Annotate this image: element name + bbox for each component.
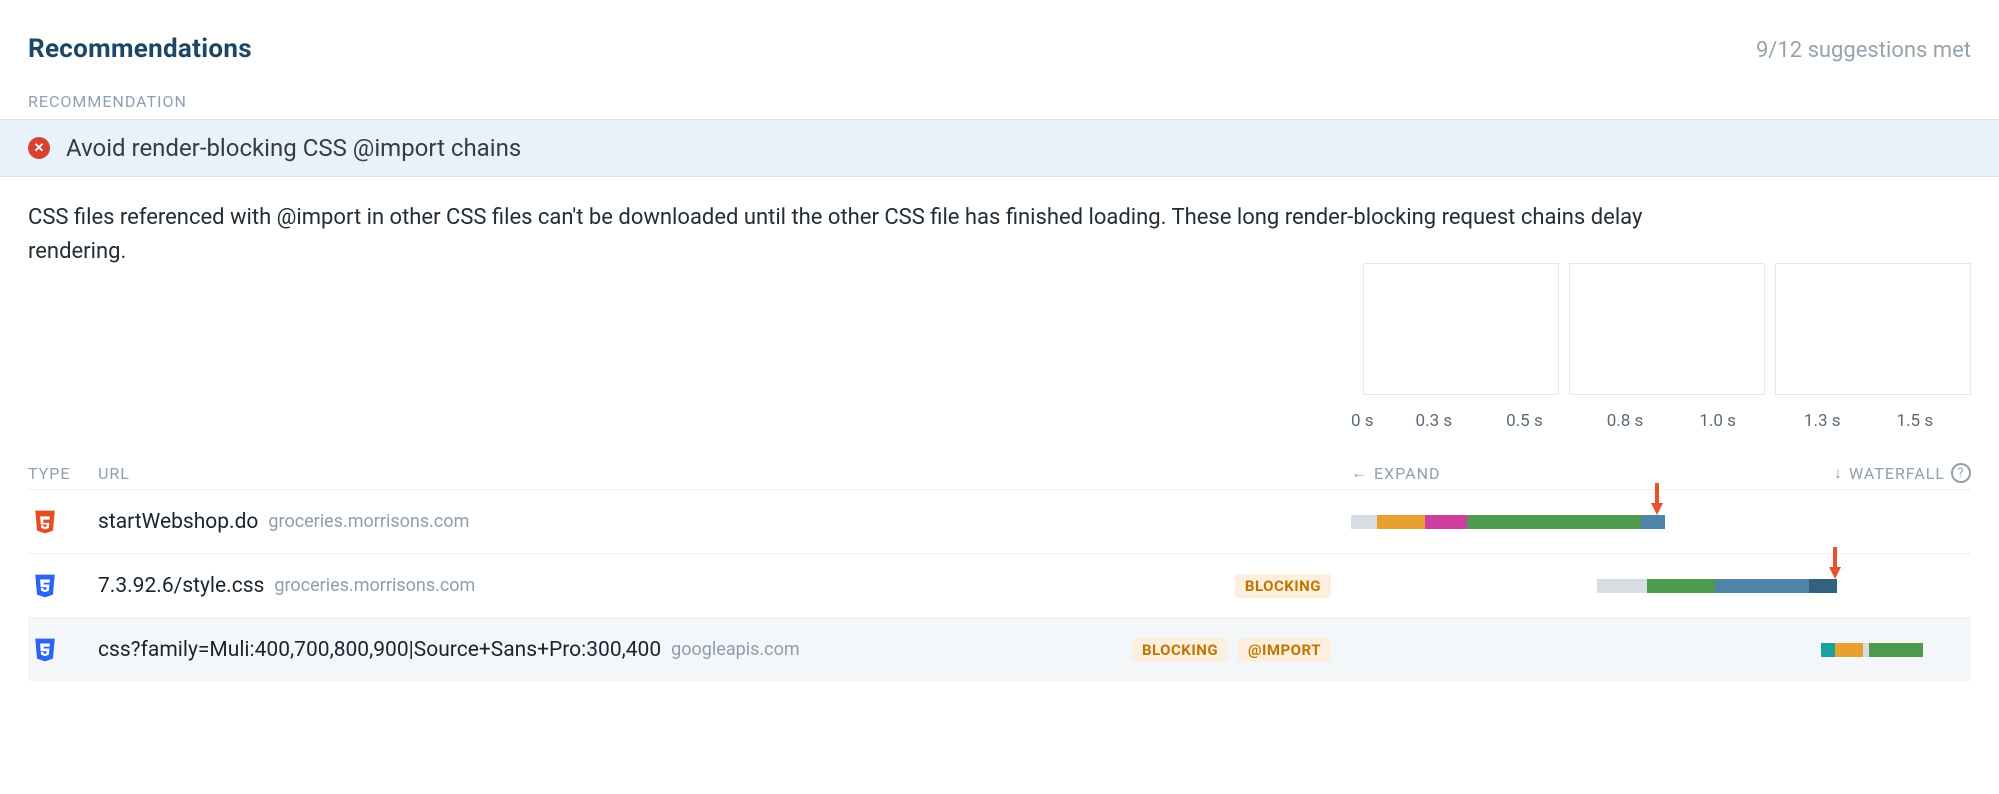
suggestions-met: 9/12 suggestions met [1756, 38, 1971, 63]
waterfall-segment [1351, 515, 1377, 529]
arrow-down-icon: ↓ [1834, 463, 1843, 483]
filmstrip-frame [1775, 263, 1971, 395]
waterfall-bar [1351, 509, 1971, 535]
help-icon[interactable]: ? [1951, 463, 1971, 483]
url-host: groceries.morrisons.com [274, 575, 475, 596]
waterfall-segment [1377, 515, 1425, 529]
waterfall-label: WATERFALL [1849, 464, 1945, 483]
request-table: startWebshop.dogroceries.morrisons.com7.… [28, 489, 1971, 681]
css3-icon [32, 573, 58, 599]
badge-import: @IMPORT [1238, 638, 1331, 662]
status-fail-icon: ✕ [28, 137, 50, 159]
tick-label: 0.5 s [1506, 411, 1543, 431]
url-host: groceries.morrisons.com [268, 511, 469, 532]
tick-label: 0.3 s [1416, 411, 1453, 431]
filmstrip-frame [1569, 263, 1765, 395]
waterfall-segment [1821, 643, 1835, 657]
table-header: TYPE URL ← EXPAND ↓ WATERFALL ? [28, 463, 1971, 483]
table-row[interactable]: startWebshop.do groceries.morrisons.com [28, 489, 1971, 553]
table-row[interactable]: 7.3.92.6/style.css groceries.morrisons.co… [28, 553, 1971, 617]
url-cell: startWebshop.do groceries.morrisons.com [98, 510, 1351, 534]
recommendation-title: Avoid render-blocking CSS @import chains [66, 134, 521, 162]
waterfall-segment [1835, 643, 1863, 657]
recommendation-column-label: RECOMMENDATION [28, 92, 1971, 111]
table-row[interactable]: css?family=Muli:400,700,800,900|Source+S… [28, 617, 1971, 681]
tick-label: 0.8 s [1607, 411, 1644, 431]
col-type: TYPE [28, 464, 98, 483]
tick-label: 0 s [1351, 411, 1374, 431]
html5-icon [32, 509, 58, 535]
css3-icon [32, 637, 58, 663]
waterfall-segment [1869, 643, 1923, 657]
filmstrip [1363, 263, 1971, 395]
waterfall-segment [1715, 579, 1809, 593]
waterfall-bar [1351, 637, 1971, 663]
badge-blocking: BLOCKING [1235, 574, 1331, 598]
url-path: startWebshop.do [98, 510, 258, 534]
badge-group: BLOCKING @IMPORT [1132, 638, 1331, 662]
waterfall-segment [1647, 579, 1715, 593]
dependency-arrow-icon [1651, 503, 1663, 515]
waterfall-segment [1467, 515, 1641, 529]
url-path: 7.3.92.6/style.css [98, 574, 264, 598]
arrow-left-icon: ← [1351, 463, 1368, 483]
recommendation-description: CSS files referenced with @import in oth… [28, 201, 1658, 269]
waterfall-segment [1597, 579, 1647, 593]
waterfall-segment [1425, 515, 1467, 529]
tick-label: 1.5 s [1897, 411, 1934, 431]
tick-label: 1.0 s [1699, 411, 1736, 431]
waterfall-button[interactable]: ↓ WATERFALL ? [1834, 463, 1971, 483]
waterfall-segment [1641, 515, 1665, 529]
url-cell: 7.3.92.6/style.css groceries.morrisons.co… [98, 574, 1351, 598]
section-title: Recommendations [28, 34, 252, 64]
expand-label: EXPAND [1374, 464, 1441, 483]
url-path: css?family=Muli:400,700,800,900|Source+S… [98, 638, 661, 662]
expand-button[interactable]: ← EXPAND [1351, 463, 1441, 483]
url-host: googleapis.com [671, 639, 799, 660]
waterfall-bar [1351, 573, 1971, 599]
waterfall-segment [1809, 579, 1837, 593]
badge-group: BLOCKING [1235, 574, 1331, 598]
recommendation-bar[interactable]: ✕ Avoid render-blocking CSS @import chai… [0, 119, 1999, 177]
tick-label: 1.3 s [1804, 411, 1841, 431]
filmstrip-frame [1363, 263, 1559, 395]
badge-blocking: BLOCKING [1132, 638, 1228, 662]
timeline-ticks: 0 s 0.3 s 0.5 s 0.8 s 1.0 s 1.3 s 1.5 s [1351, 411, 1971, 431]
col-url: URL [98, 464, 1351, 483]
dependency-arrow-icon [1829, 567, 1841, 579]
